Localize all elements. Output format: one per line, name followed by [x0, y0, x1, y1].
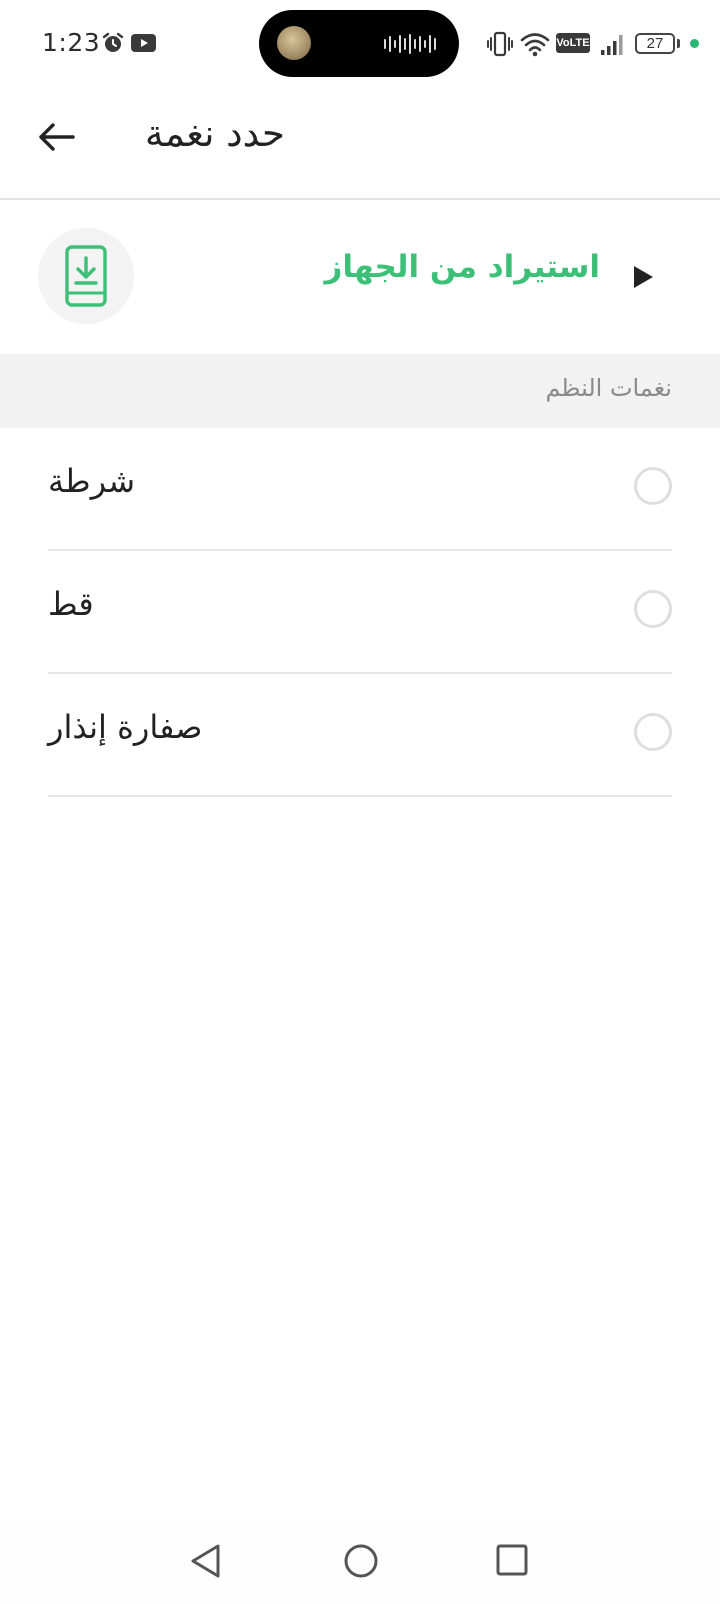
- audio-wave-icon: [384, 34, 436, 54]
- vibrate-icon: [487, 31, 513, 57]
- tone-radio-button[interactable]: [634, 713, 672, 751]
- status-time: 1:23: [42, 28, 101, 57]
- battery-icon: 27: [635, 33, 675, 54]
- tone-item[interactable]: قط: [48, 551, 672, 674]
- signal-icon: [601, 35, 623, 55]
- tone-item[interactable]: شرطة: [48, 428, 672, 551]
- phone-download-icon: [65, 245, 107, 307]
- youtube-icon: [131, 34, 156, 52]
- status-bar: 1:23 VoLTE 27: [0, 0, 720, 88]
- volte-icon: VoLTE: [556, 33, 590, 53]
- alarm-icon: [102, 32, 124, 52]
- tone-item[interactable]: صفارة إنذار: [48, 674, 672, 797]
- wifi-icon: [520, 33, 550, 57]
- tone-label: شرطة: [48, 462, 136, 500]
- import-label: استيراد من الجهاز: [324, 249, 600, 285]
- section-title: نغمات النظم: [545, 374, 672, 402]
- privacy-indicator-dot: [690, 39, 699, 48]
- arrow-left-icon[interactable]: [33, 112, 83, 162]
- nav-back-icon[interactable]: [188, 1542, 224, 1580]
- nav-home-icon[interactable]: [342, 1542, 380, 1580]
- tone-label: قط: [48, 585, 94, 623]
- media-island[interactable]: [259, 10, 459, 77]
- import-from-device-button[interactable]: استيراد من الجهاز: [0, 200, 720, 354]
- media-thumbnail: [277, 26, 311, 60]
- system-nav-bar: [0, 1524, 720, 1604]
- tone-radio-button[interactable]: [634, 467, 672, 505]
- battery-tip: [677, 39, 680, 48]
- import-icon-container: [38, 228, 134, 324]
- page-title: حدد نغمة: [145, 112, 285, 155]
- section-header: نغمات النظم: [0, 354, 720, 428]
- tone-label: صفارة إنذار: [48, 708, 203, 746]
- app-bar: حدد نغمة: [0, 88, 720, 200]
- nav-recents-icon[interactable]: [495, 1543, 529, 1577]
- tone-radio-button[interactable]: [634, 590, 672, 628]
- play-icon: [634, 266, 653, 288]
